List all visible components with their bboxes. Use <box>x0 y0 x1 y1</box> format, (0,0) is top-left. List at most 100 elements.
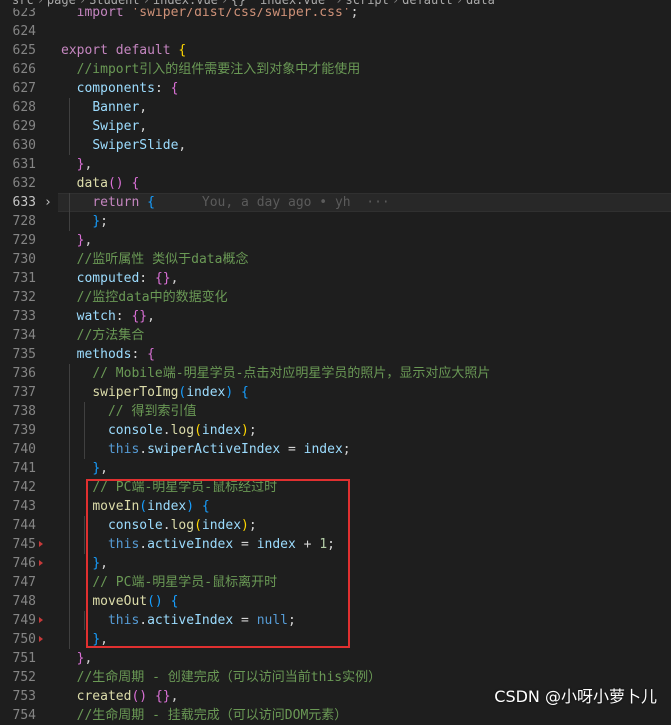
code-token: null <box>256 613 288 628</box>
line-number: 742 <box>12 480 36 495</box>
breadcrumb-item[interactable]: default <box>402 0 453 7</box>
code-token: { <box>147 195 155 210</box>
code-line[interactable]: 730 //监听属性 类似于data概念 <box>0 250 671 269</box>
code-token: log <box>170 423 195 438</box>
code-token: , <box>100 461 108 476</box>
line-number: 632 <box>12 176 36 191</box>
code-line[interactable]: 743 moveIn(index) { <box>0 497 671 516</box>
code-line[interactable]: 626 //import引入的组件需要注入到对象中才能使用 <box>0 60 671 79</box>
code-line[interactable]: 628 Banner, <box>0 98 671 117</box>
code-content: }, <box>61 231 93 250</box>
line-number: 747 <box>12 575 36 590</box>
code-line[interactable]: 629 Swiper, <box>0 117 671 136</box>
code-content: console.log(index); <box>61 516 257 535</box>
code-line[interactable]: 737 swiperToImg(index) { <box>0 383 671 402</box>
line-number: 729 <box>12 233 36 248</box>
breadcrumb-item[interactable]: Student <box>89 0 140 7</box>
code-token: console <box>107 518 163 533</box>
code-line[interactable]: 742 // PC端-明星学员-鼠标经过时 <box>0 478 671 497</box>
code-line[interactable]: 625 export default { <box>0 41 671 60</box>
code-editor[interactable]: 623 import 'swiper/dist/css/swiper.css';… <box>0 3 671 725</box>
code-token: swiperToImg <box>92 385 179 400</box>
code-line[interactable]: 627 components: { <box>0 79 671 98</box>
line-number: 749 <box>12 613 36 628</box>
code-line[interactable]: 748 moveOut() { <box>0 592 671 611</box>
code-token: // PC端-明星学员-鼠标经过时 <box>92 480 278 495</box>
code-line[interactable]: 631 }, <box>0 155 671 174</box>
code-line[interactable]: 733 watch: {}, <box>0 307 671 326</box>
code-line[interactable]: 741 }, <box>0 459 671 478</box>
code-line[interactable]: 739 console.log(index); <box>0 421 671 440</box>
code-token: activeIndex <box>147 537 234 552</box>
breadcrumb-item[interactable]: index.vue <box>153 0 218 7</box>
line-number: 739 <box>12 423 36 438</box>
code-token: this <box>107 442 140 457</box>
line-number: 628 <box>12 100 36 115</box>
code-token: . <box>139 442 148 457</box>
code-content: // PC端-明星学员-鼠标离开时 <box>61 573 277 592</box>
code-token: return <box>92 195 140 210</box>
breadcrumb-item[interactable]: page <box>47 0 76 7</box>
code-content: SwiperSlide, <box>61 136 186 155</box>
line-number: 630 <box>12 138 36 153</box>
code-line[interactable]: 745 this.activeIndex = index + 1; <box>0 535 671 554</box>
code-line[interactable]: 633 › return { You, a day ago • yh ··· <box>0 193 671 212</box>
fold-chevron-icon[interactable]: › <box>44 193 52 212</box>
code-line[interactable]: 732 //监控data中的数据变化 <box>0 288 671 307</box>
code-content: created() {}, <box>61 687 179 706</box>
code-line[interactable]: 740 this.swiperActiveIndex = index; <box>0 440 671 459</box>
line-number: 751 <box>12 651 36 666</box>
code-line[interactable]: 747 // PC端-明星学员-鼠标离开时 <box>0 573 671 592</box>
code-token: = <box>233 537 257 552</box>
code-line[interactable]: 735 methods: { <box>0 345 671 364</box>
code-line[interactable]: 736 // Mobile端-明星学员-点击对应明星学员的照片，显示对应大照片 <box>0 364 671 383</box>
code-line[interactable]: 630 SwiperSlide, <box>0 136 671 155</box>
code-content: //import引入的组件需要注入到对象中才能使用 <box>61 60 361 79</box>
breadcrumb-item[interactable]: src <box>12 0 34 7</box>
code-line[interactable]: 734 //方法集合 <box>0 326 671 345</box>
code-token: created <box>76 689 132 704</box>
code-content: swiperToImg(index) { <box>61 383 249 402</box>
breadcrumb-separator-icon: › <box>335 0 343 7</box>
code-line[interactable]: 746 }, <box>0 554 671 573</box>
code-line[interactable]: 632 data() { <box>0 174 671 193</box>
code-line[interactable]: 751 }, <box>0 649 671 668</box>
code-token: ) <box>241 423 249 438</box>
code-line[interactable]: 731 computed: {}, <box>0 269 671 288</box>
breadcrumb-item[interactable]: script <box>346 0 389 7</box>
breadcrumb-item[interactable]: data <box>466 0 495 7</box>
code-content: data() { <box>61 174 140 193</box>
code-line[interactable]: 728 }; <box>0 212 671 231</box>
code-content: Banner, <box>61 98 147 117</box>
code-line[interactable]: 729 }, <box>0 231 671 250</box>
code-content: }, <box>61 554 108 573</box>
code-content: // Mobile端-明星学员-点击对应明星学员的照片，显示对应大照片 <box>61 364 490 383</box>
code-line[interactable]: 624 <box>0 22 671 41</box>
code-line[interactable]: 750 }, <box>0 630 671 649</box>
code-content: }, <box>61 630 108 649</box>
code-token: swiperActiveIndex <box>147 442 281 457</box>
code-line[interactable]: 738 // 得到索引值 <box>0 402 671 421</box>
code-token: moveIn <box>92 499 140 514</box>
code-token: methods <box>76 347 132 362</box>
breadcrumb-separator-icon: › <box>455 0 463 7</box>
code-token: , <box>139 119 148 134</box>
code-line[interactable]: 744 console.log(index); <box>0 516 671 535</box>
breadcrumb-item[interactable]: {} "index.vue" <box>231 0 332 7</box>
code-token: ; <box>100 214 108 229</box>
code-line[interactable]: 749 this.activeIndex = null; <box>0 611 671 630</box>
code-line[interactable]: 754 //生命周期 - 挂载完成（可以访问DOM元素） <box>0 706 671 725</box>
code-token: //生命周期 - 创建完成（可以访问当前this实例） <box>76 670 382 685</box>
